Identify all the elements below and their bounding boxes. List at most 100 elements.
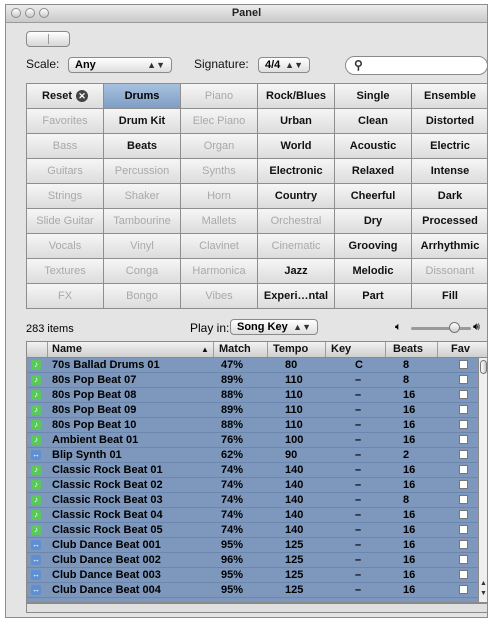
table-row[interactable]: ↔ Club Dance Beat 001 95% 125 – 16 bbox=[27, 538, 479, 553]
table-row[interactable]: ♪ Classic Rock Beat 02 74% 140 – 16 bbox=[27, 478, 479, 493]
favorite-checkbox[interactable] bbox=[459, 585, 468, 594]
table-row[interactable]: ♪ 80s Pop Beat 07 89% 110 – 8 bbox=[27, 373, 479, 388]
keyword-button[interactable]: Single bbox=[335, 84, 412, 109]
keyword-button[interactable]: Vinyl bbox=[104, 234, 181, 259]
keyword-button[interactable]: Electric bbox=[412, 134, 487, 159]
keyword-button[interactable]: Elec Piano bbox=[181, 109, 258, 134]
column-header-tempo[interactable]: Tempo bbox=[273, 343, 308, 355]
keyword-button[interactable]: Favorites bbox=[27, 109, 104, 134]
keyword-button[interactable]: Cinematic bbox=[258, 234, 335, 259]
volume-knob[interactable] bbox=[449, 322, 460, 333]
volume-track[interactable] bbox=[411, 327, 471, 330]
signature-popup[interactable]: 4/4 ▲▼ bbox=[258, 57, 310, 73]
table-row[interactable]: ♪ Classic Rock Beat 03 74% 140 – 8 bbox=[27, 493, 479, 508]
scroll-down-icon[interactable]: ▼ bbox=[480, 590, 487, 597]
keyword-button[interactable]: Strings bbox=[27, 184, 104, 209]
favorite-checkbox[interactable] bbox=[459, 495, 468, 504]
favorite-checkbox[interactable] bbox=[459, 525, 468, 534]
favorite-checkbox[interactable] bbox=[459, 435, 468, 444]
favorite-checkbox[interactable] bbox=[459, 420, 468, 429]
keyword-button[interactable]: Arrhythmic bbox=[412, 234, 487, 259]
keyword-button[interactable]: Drums bbox=[104, 84, 181, 109]
horizontal-scrollbar[interactable] bbox=[26, 603, 487, 613]
play-in-popup[interactable]: Song Key ▲▼ bbox=[230, 319, 318, 335]
keyword-button[interactable]: Experi…ntal bbox=[258, 284, 335, 309]
keyword-button[interactable]: Electronic bbox=[258, 159, 335, 184]
table-row[interactable]: ♪ Classic Rock Beat 04 74% 140 – 16 bbox=[27, 508, 479, 523]
keyword-button[interactable]: Textures bbox=[27, 259, 104, 284]
keyword-button[interactable]: Beats bbox=[104, 134, 181, 159]
keyword-button[interactable]: Ensemble bbox=[412, 84, 487, 109]
favorite-checkbox[interactable] bbox=[459, 465, 468, 474]
keyword-button[interactable]: Intense bbox=[412, 159, 487, 184]
keyword-button[interactable]: Percussion bbox=[104, 159, 181, 184]
column-header-key[interactable]: Key bbox=[331, 343, 351, 355]
table-row[interactable]: ♪ Classic Rock Beat 05 74% 140 – 16 bbox=[27, 523, 479, 538]
keyword-button[interactable]: Drum Kit bbox=[104, 109, 181, 134]
column-header-match[interactable]: Match bbox=[219, 343, 251, 355]
scroll-up-icon[interactable]: ▲ bbox=[480, 580, 487, 587]
keyword-button[interactable]: World bbox=[258, 134, 335, 159]
keyword-button[interactable]: Tambourine bbox=[104, 209, 181, 234]
volume-control[interactable]: 🔈︎ 🔊︎ bbox=[395, 319, 487, 337]
favorite-checkbox[interactable] bbox=[459, 510, 468, 519]
vertical-scrollbar[interactable]: ▲ ▼ bbox=[478, 358, 487, 602]
keyword-button[interactable]: Distorted bbox=[412, 109, 487, 134]
table-row[interactable]: ♪ Ambient Beat 01 76% 100 – 16 bbox=[27, 433, 479, 448]
keyword-button[interactable]: Vibes bbox=[181, 284, 258, 309]
keyword-button[interactable]: Dry bbox=[335, 209, 412, 234]
column-header-fav[interactable]: Fav bbox=[451, 343, 470, 355]
favorite-checkbox[interactable] bbox=[459, 390, 468, 399]
favorite-checkbox[interactable] bbox=[459, 570, 468, 579]
keyword-button[interactable]: Relaxed bbox=[335, 159, 412, 184]
search-field[interactable]: ⚲ bbox=[345, 56, 487, 75]
favorite-checkbox[interactable] bbox=[459, 480, 468, 489]
keyword-button[interactable]: Piano bbox=[181, 84, 258, 109]
keyword-button[interactable]: Harmonica bbox=[181, 259, 258, 284]
table-row[interactable]: ↔ Club Dance Beat 004 95% 125 – 16 bbox=[27, 583, 479, 598]
keyword-button[interactable]: Country bbox=[258, 184, 335, 209]
favorite-checkbox[interactable] bbox=[459, 555, 468, 564]
keyword-button[interactable]: Rock/Blues bbox=[258, 84, 335, 109]
keyword-button[interactable]: Bongo bbox=[104, 284, 181, 309]
keyword-button[interactable]: Reset ✕ bbox=[27, 84, 104, 109]
table-row[interactable]: ♪ 80s Pop Beat 09 89% 110 – 16 bbox=[27, 403, 479, 418]
keyword-button[interactable]: Acoustic bbox=[335, 134, 412, 159]
keyword-button[interactable]: Clavinet bbox=[181, 234, 258, 259]
column-header-name[interactable]: Name bbox=[52, 343, 82, 355]
table-row[interactable]: ↔ Blip Synth 01 62% 90 – 2 bbox=[27, 448, 479, 463]
table-row[interactable]: ♪ Classic Rock Beat 01 74% 140 – 16 bbox=[27, 463, 479, 478]
keyword-button[interactable]: Shaker bbox=[104, 184, 181, 209]
favorite-checkbox[interactable] bbox=[459, 450, 468, 459]
keyword-button[interactable]: Processed bbox=[412, 209, 487, 234]
table-row[interactable]: ♪ 80s Pop Beat 10 88% 110 – 16 bbox=[27, 418, 479, 433]
favorite-checkbox[interactable] bbox=[459, 405, 468, 414]
keyword-button[interactable]: Synths bbox=[181, 159, 258, 184]
keyword-button[interactable]: Clean bbox=[335, 109, 412, 134]
keyword-button[interactable]: Slide Guitar bbox=[27, 209, 104, 234]
table-row[interactable]: ♪ 80s Pop Beat 08 88% 110 – 16 bbox=[27, 388, 479, 403]
keyword-button[interactable]: FX bbox=[27, 284, 104, 309]
keyword-button[interactable]: Guitars bbox=[27, 159, 104, 184]
keyword-button[interactable]: Organ bbox=[181, 134, 258, 159]
keyword-button[interactable]: Part bbox=[335, 284, 412, 309]
keyword-button[interactable]: Conga bbox=[104, 259, 181, 284]
scale-popup[interactable]: Any ▲▼ bbox=[68, 57, 172, 73]
favorite-checkbox[interactable] bbox=[459, 540, 468, 549]
keyword-button[interactable]: Melodic bbox=[335, 259, 412, 284]
keyword-button[interactable]: Grooving bbox=[335, 234, 412, 259]
column-header-beats[interactable]: Beats bbox=[393, 343, 423, 355]
favorite-checkbox[interactable] bbox=[459, 360, 468, 369]
table-row[interactable]: ♪ 70s Ballad Drums 01 47% 80 C 8 bbox=[27, 358, 479, 373]
keyword-button[interactable]: Mallets bbox=[181, 209, 258, 234]
scroll-thumb[interactable] bbox=[480, 360, 487, 374]
keyword-button[interactable]: Dissonant bbox=[412, 259, 487, 284]
keyword-button[interactable]: Cheerful bbox=[335, 184, 412, 209]
table-row[interactable]: ↔ Club Dance Beat 003 95% 125 – 16 bbox=[27, 568, 479, 583]
keyword-button[interactable]: Fill bbox=[412, 284, 487, 309]
keyword-button[interactable]: Horn bbox=[181, 184, 258, 209]
keyword-button[interactable]: Orchestral bbox=[258, 209, 335, 234]
view-toggle-button[interactable] bbox=[26, 31, 70, 47]
keyword-button[interactable]: Urban bbox=[258, 109, 335, 134]
favorite-checkbox[interactable] bbox=[459, 375, 468, 384]
